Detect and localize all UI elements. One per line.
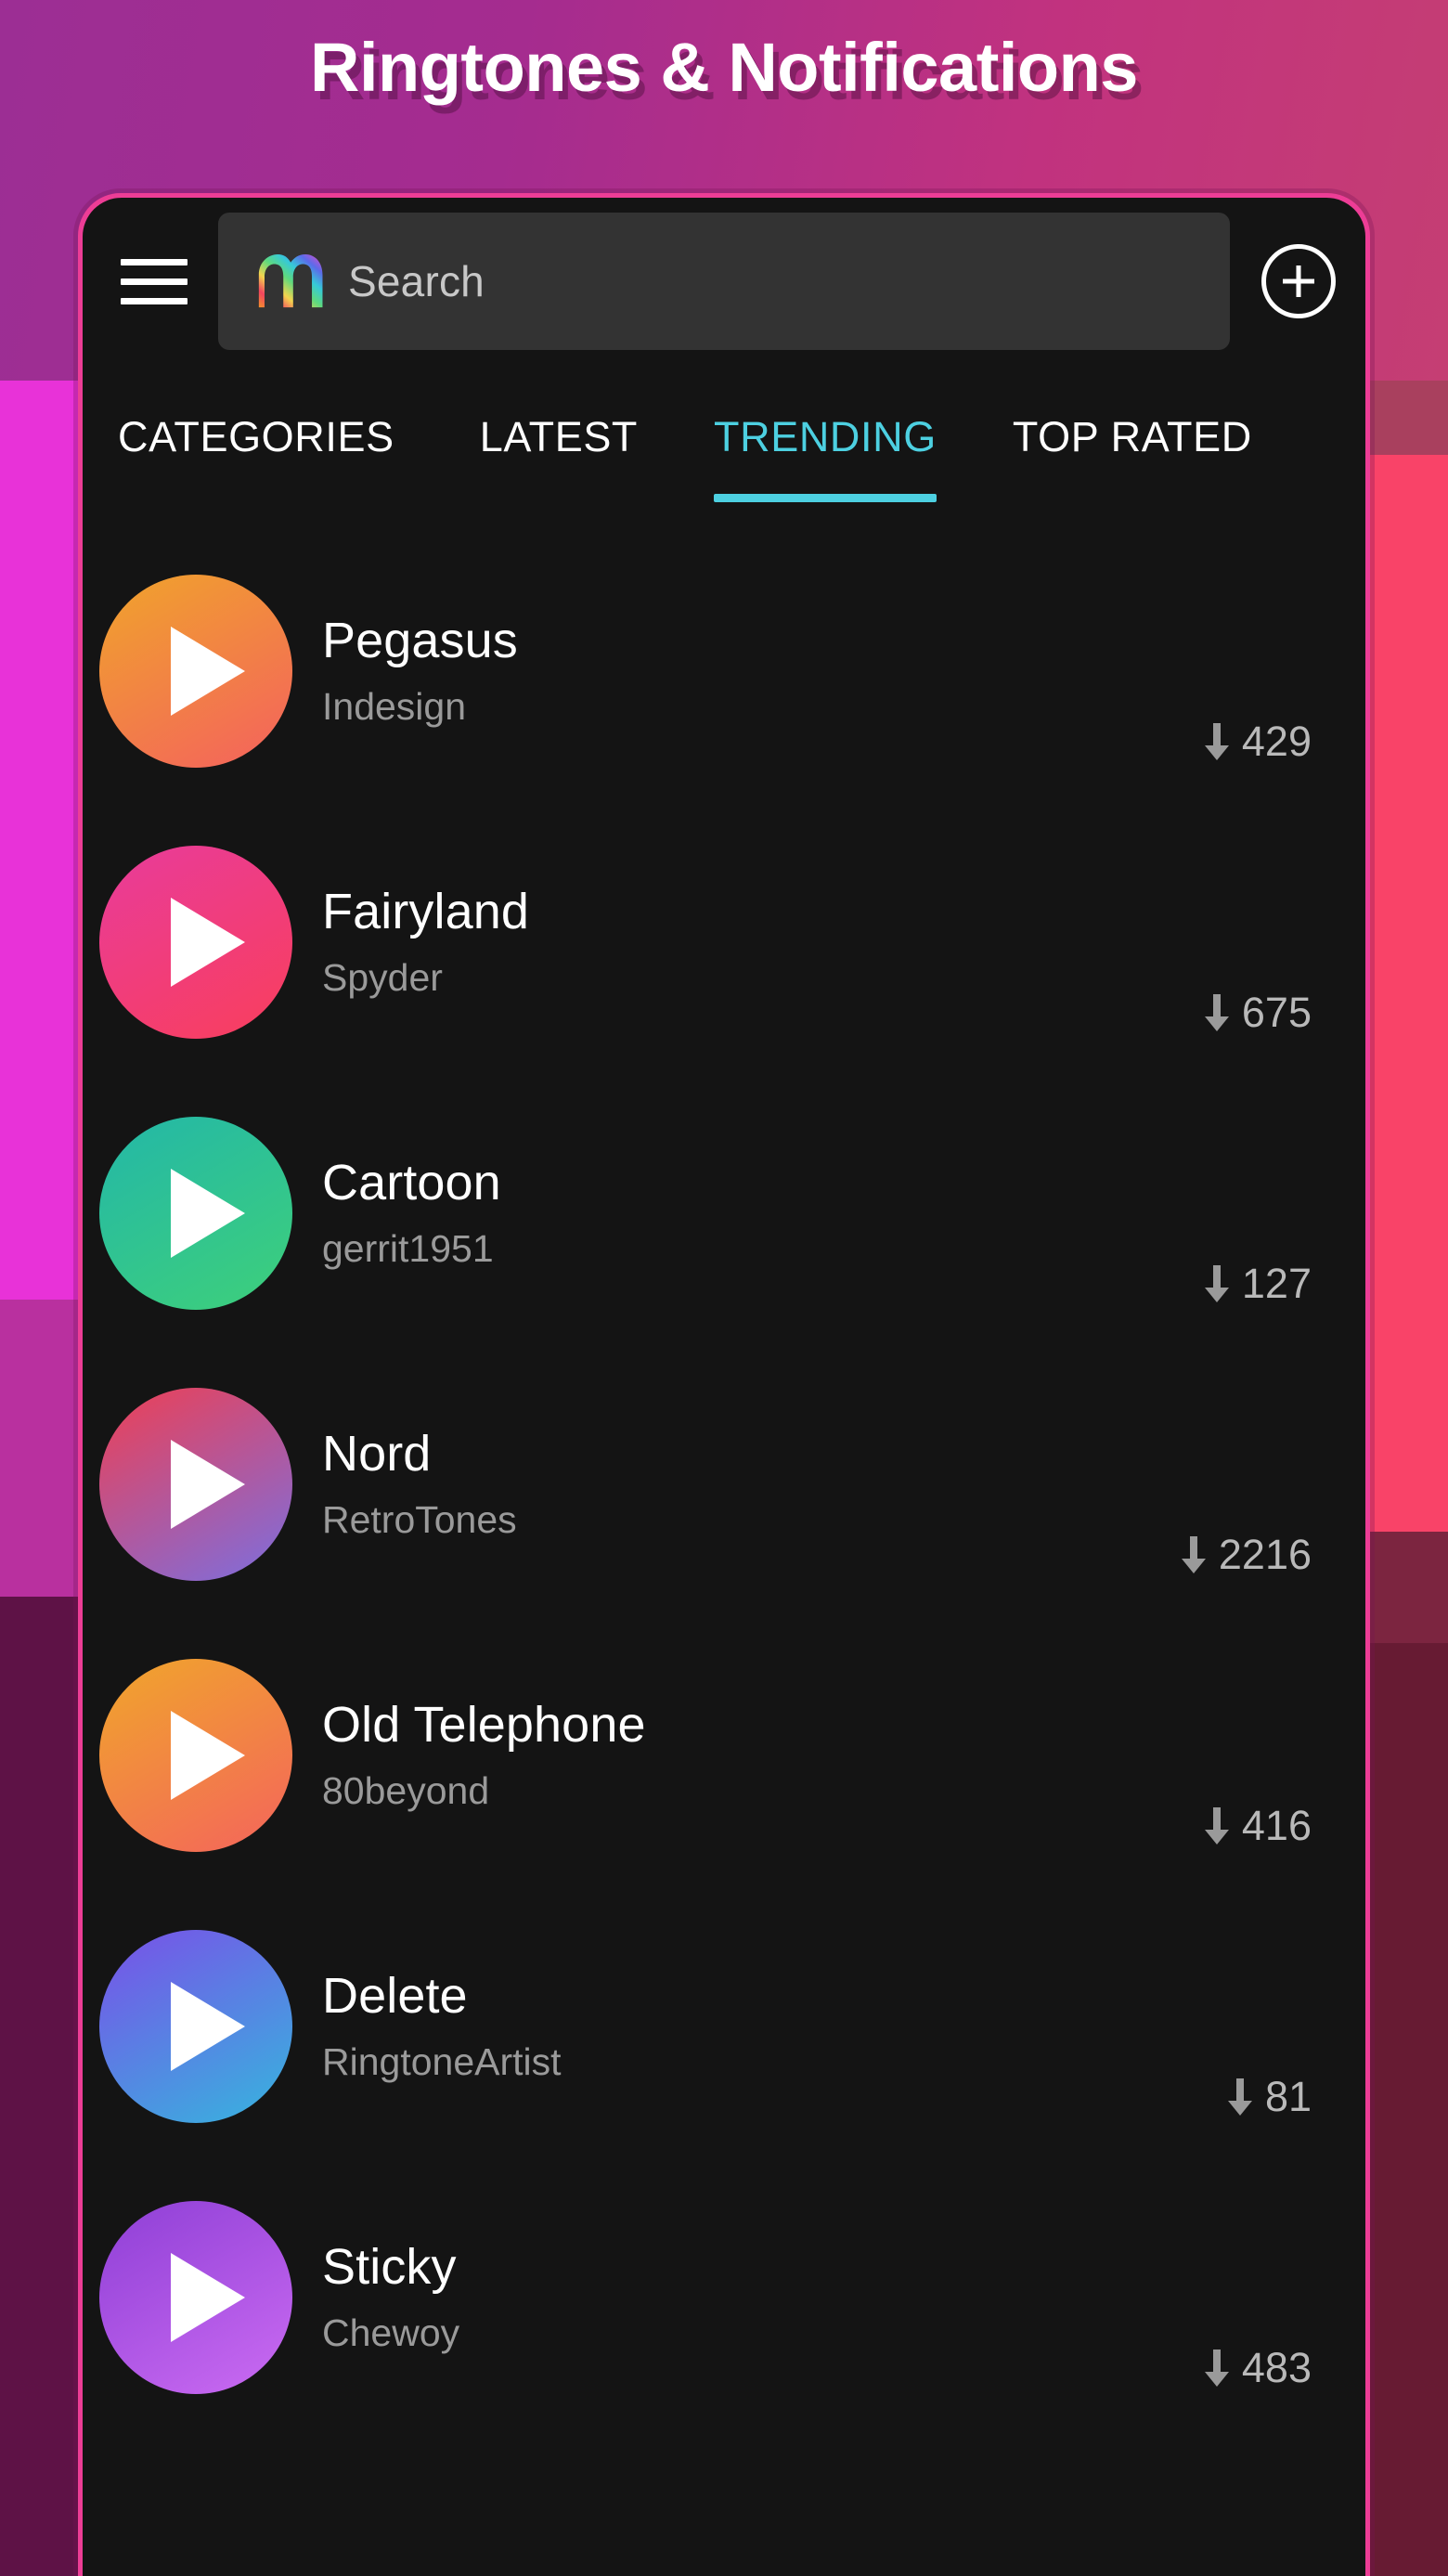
play-button[interactable] (99, 846, 292, 1039)
download-count-value: 483 (1241, 2344, 1312, 2391)
rainbow-m-logo-icon (258, 253, 323, 308)
play-button[interactable] (99, 1388, 292, 1581)
ringtone-title: Sticky (322, 2239, 457, 2296)
ringtone-title: Delete (322, 1968, 468, 2025)
page-title: Ringtones & Notifications (310, 29, 1138, 106)
download-arrow-icon (1204, 1807, 1229, 1845)
ringtone-row[interactable]: Fairyland Spyder 675 (83, 807, 1365, 1078)
download-arrow-icon (1204, 2349, 1229, 2387)
ringtone-row[interactable]: Delete RingtoneArtist 81 (83, 1891, 1365, 2162)
search-placeholder-text: Search (348, 257, 485, 305)
hamburger-bar (121, 297, 187, 304)
ringtone-title: Pegasus (322, 613, 518, 669)
app-bar: Search (83, 198, 1365, 365)
play-button[interactable] (99, 2201, 292, 2394)
hamburger-menu-icon[interactable] (114, 241, 194, 321)
tab-bar: CATEGORIES LATEST TRENDING TOP RATED (83, 365, 1365, 513)
download-arrow-icon (1204, 1265, 1229, 1302)
ringtone-row[interactable]: Pegasus Indesign 429 (83, 536, 1365, 807)
phone-frame: Search CATEGORIES LATEST TRENDING TOP RA… (78, 193, 1370, 2576)
download-count: 429 (1204, 718, 1312, 766)
ringtone-meta: Old Telephone 80beyond (322, 1698, 1205, 1812)
ringtone-meta: Fairyland Spyder (322, 885, 1205, 999)
ringtone-meta: Cartoon gerrit1951 (322, 1156, 1205, 1270)
download-count: 483 (1204, 2344, 1312, 2392)
play-button[interactable] (99, 1659, 292, 1852)
tab-categories[interactable]: CATEGORIES (118, 413, 394, 502)
phone-screen: Search CATEGORIES LATEST TRENDING TOP RA… (83, 198, 1365, 2576)
ringtone-meta: Nord RetroTones (322, 1427, 1182, 1541)
play-icon (171, 1711, 245, 1800)
download-count-value: 416 (1241, 1802, 1312, 1849)
play-icon (171, 1169, 245, 1258)
download-count: 2216 (1181, 1531, 1312, 1579)
ringtone-artist: RingtoneArtist (322, 2039, 562, 2083)
play-icon (171, 627, 245, 716)
ringtone-row[interactable]: Cartoon gerrit1951 127 (83, 1078, 1365, 1349)
ringtone-meta: Sticky Chewoy (322, 2240, 1205, 2354)
play-button[interactable] (99, 1930, 292, 2123)
play-icon (171, 898, 245, 987)
ringtone-artist: gerrit1951 (322, 1226, 494, 1270)
play-button[interactable] (99, 575, 292, 768)
download-arrow-icon (1204, 723, 1229, 760)
download-arrow-icon (1227, 2078, 1252, 2116)
download-count: 416 (1204, 1802, 1312, 1850)
tab-top-rated[interactable]: TOP RATED (1013, 413, 1252, 502)
hamburger-bar (121, 258, 187, 265)
download-count-value: 81 (1264, 2073, 1312, 2120)
ringtone-artist: 80beyond (322, 1768, 490, 1812)
download-count: 675 (1204, 989, 1312, 1037)
download-count-value: 675 (1241, 989, 1312, 1036)
ringtone-artist: RetroTones (322, 1497, 517, 1541)
download-count: 81 (1227, 2073, 1312, 2121)
ringtone-row[interactable]: Old Telephone 80beyond 416 (83, 1620, 1365, 1891)
play-icon (171, 1440, 245, 1529)
ringtone-row[interactable]: Nord RetroTones 2216 (83, 1349, 1365, 1620)
play-icon (171, 2253, 245, 2342)
download-count-value: 2216 (1218, 1531, 1312, 1578)
ringtone-meta: Delete RingtoneArtist (322, 1969, 1228, 2083)
play-button[interactable] (99, 1117, 292, 1310)
tab-trending[interactable]: TRENDING (714, 413, 937, 502)
search-input[interactable]: Search (218, 213, 1230, 350)
ringtone-artist: Chewoy (322, 2311, 460, 2354)
add-icon[interactable] (1261, 244, 1336, 318)
ringtone-row[interactable]: Sticky Chewoy 483 (83, 2162, 1365, 2433)
hamburger-bar (121, 278, 187, 285)
ringtone-title: Old Telephone (322, 1697, 646, 1754)
ringtone-artist: Spyder (322, 955, 443, 999)
download-arrow-icon (1181, 1536, 1206, 1573)
ringtone-meta: Pegasus Indesign (322, 614, 1205, 728)
download-count: 127 (1204, 1260, 1312, 1308)
ringtone-title: Cartoon (322, 1155, 501, 1211)
download-count-value: 127 (1241, 1260, 1312, 1307)
ringtone-title: Fairyland (322, 884, 529, 940)
play-icon (171, 1982, 245, 2071)
download-count-value: 429 (1241, 718, 1312, 765)
ringtone-title: Nord (322, 1426, 432, 1482)
tab-latest[interactable]: LATEST (480, 413, 638, 502)
ringtone-artist: Indesign (322, 684, 467, 728)
ringtone-list: Pegasus Indesign 429 Fairyland Spyder 675 Cart… (83, 513, 1365, 2433)
download-arrow-icon (1204, 994, 1229, 1031)
